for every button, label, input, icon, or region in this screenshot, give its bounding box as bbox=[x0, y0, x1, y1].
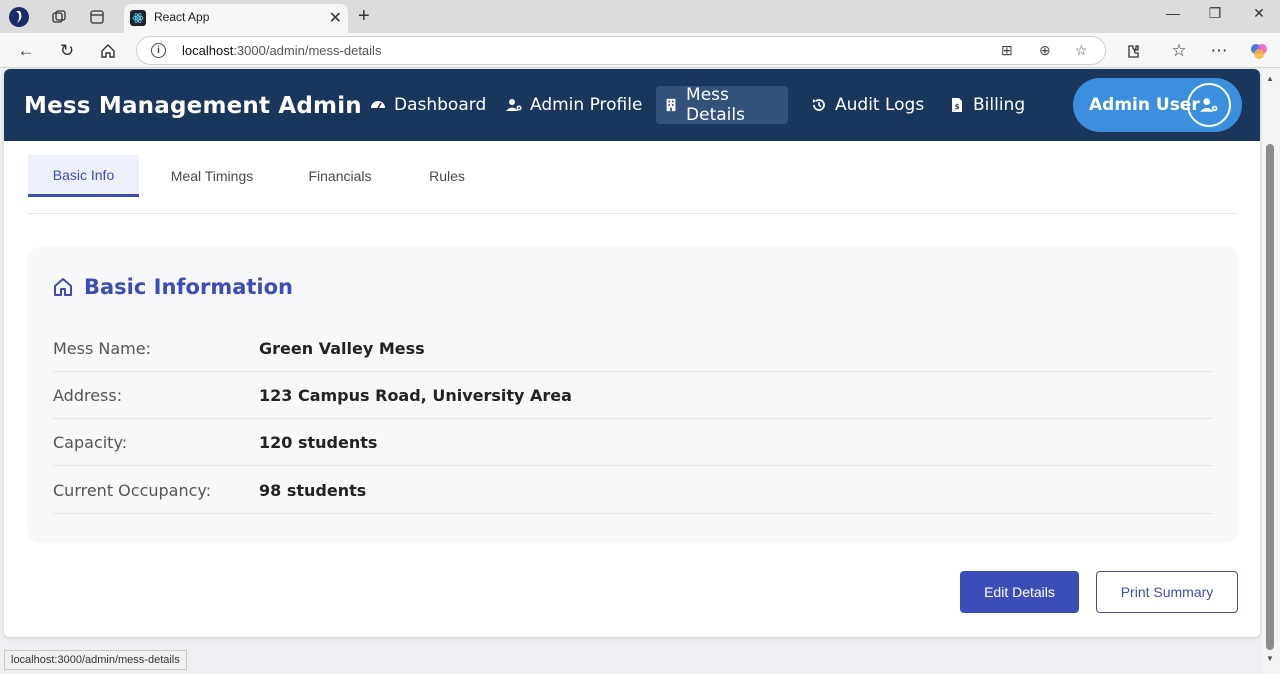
back-icon[interactable]: ← bbox=[14, 39, 38, 63]
gauge-icon bbox=[371, 101, 385, 109]
edit-details-button[interactable]: Edit Details bbox=[960, 571, 1079, 613]
zoom-icon[interactable]: ⊕ bbox=[1039, 42, 1051, 59]
info-row-capacity: Capacity: 120 students bbox=[53, 419, 1212, 466]
app-header: Mess Management Admin Dashboard Admin Pr… bbox=[4, 69, 1260, 141]
tab-title: React App bbox=[154, 10, 210, 24]
info-row-occupancy: Current Occupancy: 98 students bbox=[53, 467, 1212, 514]
nav-dashboard[interactable]: Dashboard bbox=[362, 86, 494, 124]
tab-rules[interactable]: Rules bbox=[411, 155, 483, 197]
user-avatar bbox=[1187, 83, 1231, 127]
svg-text:$: $ bbox=[955, 103, 960, 111]
reload-icon[interactable]: ↻ bbox=[55, 39, 79, 63]
minimize-icon[interactable]: — bbox=[1159, 5, 1187, 21]
history-icon bbox=[813, 99, 825, 111]
user-gear-icon bbox=[506, 99, 522, 111]
building-icon bbox=[666, 98, 676, 112]
nav-dashboard-label: Dashboard bbox=[394, 95, 487, 115]
tab-meal-timings[interactable]: Meal Timings bbox=[157, 155, 267, 197]
info-row-address: Address: 123 Campus Road, University Are… bbox=[53, 372, 1212, 419]
card-header: Basic Information bbox=[52, 275, 293, 299]
new-tab-icon[interactable]: + bbox=[358, 5, 370, 28]
info-value: Green Valley Mess bbox=[259, 339, 425, 358]
info-label: Mess Name: bbox=[53, 339, 151, 358]
copilot-icon[interactable] bbox=[1247, 39, 1271, 63]
info-label: Current Occupancy: bbox=[53, 481, 212, 500]
info-label: Address: bbox=[53, 386, 123, 405]
nav-admin-profile[interactable]: Admin Profile bbox=[498, 86, 650, 124]
info-value: 123 Campus Road, University Area bbox=[259, 386, 572, 405]
more-menu-icon[interactable]: ⋯ bbox=[1207, 39, 1231, 63]
card-title: Basic Information bbox=[84, 275, 293, 299]
scroll-down-icon[interactable]: ▼ bbox=[1266, 654, 1274, 663]
workspaces-icon[interactable] bbox=[48, 6, 70, 28]
user-menu-button[interactable]: Admin User bbox=[1073, 78, 1242, 132]
nav-mess-details-label: Mess Details bbox=[686, 85, 745, 125]
app-available-icon[interactable]: ⊞ bbox=[1001, 42, 1013, 59]
address-bar[interactable]: i localhost:3000/admin/mess-details ⊞ ⊕ … bbox=[136, 36, 1106, 65]
print-summary-button[interactable]: Print Summary bbox=[1096, 571, 1238, 613]
site-info-icon[interactable]: i bbox=[151, 43, 166, 58]
user-name: Admin User bbox=[1089, 95, 1200, 115]
page-container: Mess Management Admin Dashboard Admin Pr… bbox=[4, 69, 1260, 637]
url-text: localhost:3000/admin/mess-details bbox=[182, 43, 381, 58]
nav-audit-logs-label: Audit Logs bbox=[835, 95, 925, 115]
url-host: localhost bbox=[182, 43, 234, 58]
scroll-up-icon[interactable]: ▲ bbox=[1266, 74, 1274, 83]
browser-tab-strip: React App ✕ + — ❐ ✕ bbox=[0, 0, 1280, 34]
invoice-icon: $ bbox=[952, 98, 962, 112]
nav-admin-profile-label: Admin Profile bbox=[530, 95, 643, 115]
info-value: 120 students bbox=[259, 433, 378, 452]
close-tab-icon[interactable]: ✕ bbox=[329, 8, 342, 28]
info-value: 98 students bbox=[259, 481, 367, 500]
nav-mess-details[interactable]: Mess Details bbox=[656, 85, 788, 125]
app-brand-title: Mess Management Admin bbox=[24, 93, 362, 119]
page-scrollbar[interactable]: ▲ ▼ bbox=[1262, 68, 1280, 674]
user-gear-icon bbox=[1200, 98, 1218, 112]
favorites-icon[interactable]: ☆ bbox=[1167, 39, 1191, 63]
browser-profile-icon[interactable] bbox=[8, 6, 30, 28]
nav-billing-label: Billing bbox=[973, 95, 1026, 115]
tab-actions-icon[interactable] bbox=[86, 6, 108, 28]
tab-financials[interactable]: Financials bbox=[290, 155, 390, 197]
subtab-bar: Basic Info Meal Timings Financials Rules bbox=[28, 155, 1238, 214]
home-icon[interactable] bbox=[96, 39, 120, 63]
favorite-star-icon[interactable]: ☆ bbox=[1075, 42, 1088, 59]
restore-icon[interactable]: ❐ bbox=[1201, 5, 1229, 22]
extensions-icon[interactable] bbox=[1121, 39, 1145, 63]
window-close-icon[interactable]: ✕ bbox=[1245, 5, 1273, 22]
tab-basic-info[interactable]: Basic Info bbox=[28, 155, 139, 197]
page-viewport: Mess Management Admin Dashboard Admin Pr… bbox=[0, 68, 1262, 674]
url-path: :3000/admin/mess-details bbox=[233, 43, 382, 58]
info-label: Capacity: bbox=[53, 433, 128, 452]
basic-info-card: Basic Information Mess Name: Green Valle… bbox=[28, 247, 1238, 541]
info-row-mess-name: Mess Name: Green Valley Mess bbox=[53, 325, 1212, 372]
browser-toolbar: ← ↻ i localhost:3000/admin/mess-details … bbox=[0, 33, 1280, 68]
home-icon bbox=[54, 278, 72, 296]
react-favicon-icon bbox=[130, 10, 146, 26]
nav-billing[interactable]: $ Billing bbox=[941, 86, 1033, 124]
browser-tab[interactable]: React App ✕ bbox=[124, 4, 348, 34]
scroll-thumb[interactable] bbox=[1266, 144, 1274, 650]
nav-audit-logs[interactable]: Audit Logs bbox=[803, 86, 932, 124]
status-url-bubble: localhost:3000/admin/mess-details bbox=[4, 650, 187, 670]
